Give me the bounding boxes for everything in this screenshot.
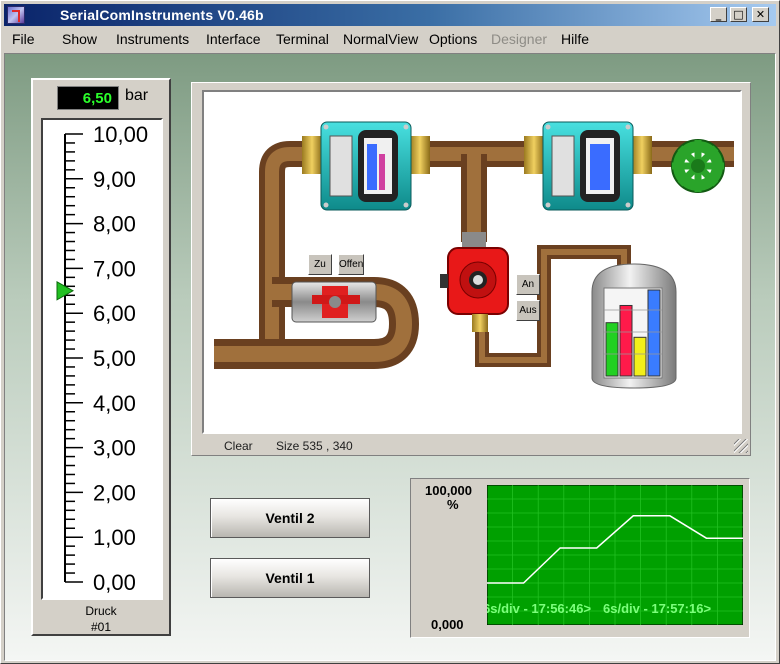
gauge-scale-svg: 10,00 9,00 8,00 7,00 6,00 5,00 4,00 3,00 2,00 1,0… <box>56 122 148 595</box>
trend-plot: 6s/div - 17:56:46> 6s/div - 17:57:16> <box>487 485 743 625</box>
ball-valve <box>291 281 377 323</box>
gauge-unit: bar <box>125 87 149 104</box>
gauge-tick-label: 7,00 <box>93 256 136 281</box>
gauge-scale: 10,00 9,00 8,00 7,00 6,00 5,00 4,00 3,00 2,00 1,0… <box>41 118 163 600</box>
trend-chart: 100,000 % 0,000 6s/div - 17:56:46> 6s/div… <box>410 478 750 638</box>
menu-terminal[interactable]: Terminal <box>276 31 329 47</box>
pump <box>440 232 509 332</box>
close-button[interactable]: ✕ <box>752 7 769 22</box>
gauge-value-display: 6,50 <box>57 86 119 110</box>
size-indicator: Size 535 , 340 <box>276 439 353 453</box>
menu-options[interactable]: Options <box>429 31 477 47</box>
tank-level-bar <box>633 336 647 377</box>
gauge-tick-label: 10,00 <box>93 122 148 147</box>
valve-close-button[interactable]: Zu <box>308 254 332 275</box>
gauge-tick-label: 3,00 <box>93 436 136 461</box>
gauge-tick-label: 2,00 <box>93 480 136 505</box>
pressure-gauge: 6,50 bar 10,00 9,00 8,00 7,00 6,00 5,00 4,00 3,… <box>31 78 171 636</box>
tank-level-bar <box>605 322 619 377</box>
minimize-button[interactable]: _ <box>710 7 727 22</box>
menu-bar: File Show Instruments Interface Terminal… <box>4 28 776 50</box>
client-area: 6,50 bar 10,00 9,00 8,00 7,00 6,00 5,00 4,00 3,… <box>4 53 776 661</box>
tank-level-bar <box>619 304 633 377</box>
menu-file[interactable]: File <box>12 31 35 47</box>
gauge-tick-label: 4,00 <box>93 391 136 416</box>
gauge-tick-label: 1,00 <box>93 525 136 550</box>
flow-meter-1 <box>302 121 430 211</box>
pump-off-button[interactable]: Aus <box>516 300 540 321</box>
tank <box>591 263 677 389</box>
gauge-tick-label: 8,00 <box>93 212 136 237</box>
tank-level-bar <box>647 289 661 377</box>
gauge-name: Druck <box>85 604 117 618</box>
process-diagram-svg <box>214 121 734 389</box>
process-diagram: Zu Offen An Aus <box>202 90 742 434</box>
trend-max-label: 100,000 <box>425 483 472 498</box>
gauge-tick-label: 5,00 <box>93 346 136 371</box>
menu-show[interactable]: Show <box>62 31 97 47</box>
gauge-tick-label: 6,00 <box>93 301 136 326</box>
process-diagram-panel: Zu Offen An Aus Clear Size 535 , 340 <box>191 82 751 456</box>
ventil-1-button[interactable]: Ventil 1 <box>210 558 370 598</box>
app-window: SerialComInstruments V0.46b _ □ ✕ File S… <box>0 0 780 664</box>
trend-time-label-1: 6s/div - 17:56:46> <box>487 601 591 616</box>
app-icon[interactable] <box>7 6 25 24</box>
menu-interface[interactable]: Interface <box>206 31 260 47</box>
trend-unit: % <box>447 497 459 512</box>
window-title: SerialComInstruments V0.46b <box>60 7 264 23</box>
menu-designer[interactable]: Designer <box>491 31 547 47</box>
flow-meter-2 <box>524 121 652 211</box>
gauge-tick-label: 9,00 <box>93 167 136 192</box>
menu-instruments[interactable]: Instruments <box>116 31 189 47</box>
pump-on-button[interactable]: An <box>516 274 540 295</box>
trend-min-label: 0,000 <box>431 617 464 632</box>
menu-normalview[interactable]: NormalView <box>343 31 418 47</box>
menu-hilfe[interactable]: Hilfe <box>561 31 589 47</box>
trend-time-label-2: 6s/div - 17:57:16> <box>603 601 711 616</box>
clear-link[interactable]: Clear <box>224 439 253 453</box>
maximize-button[interactable]: □ <box>730 7 747 22</box>
gauge-tick-label: 0,00 <box>93 570 136 595</box>
ventil-2-button[interactable]: Ventil 2 <box>210 498 370 538</box>
resize-grip[interactable] <box>734 439 748 453</box>
gauge-id: #01 <box>90 620 112 634</box>
title-bar[interactable]: SerialComInstruments V0.46b _ □ ✕ <box>4 4 776 26</box>
hand-wheel-valve-icon[interactable] <box>671 139 725 193</box>
valve-open-button[interactable]: Offen <box>338 254 364 275</box>
